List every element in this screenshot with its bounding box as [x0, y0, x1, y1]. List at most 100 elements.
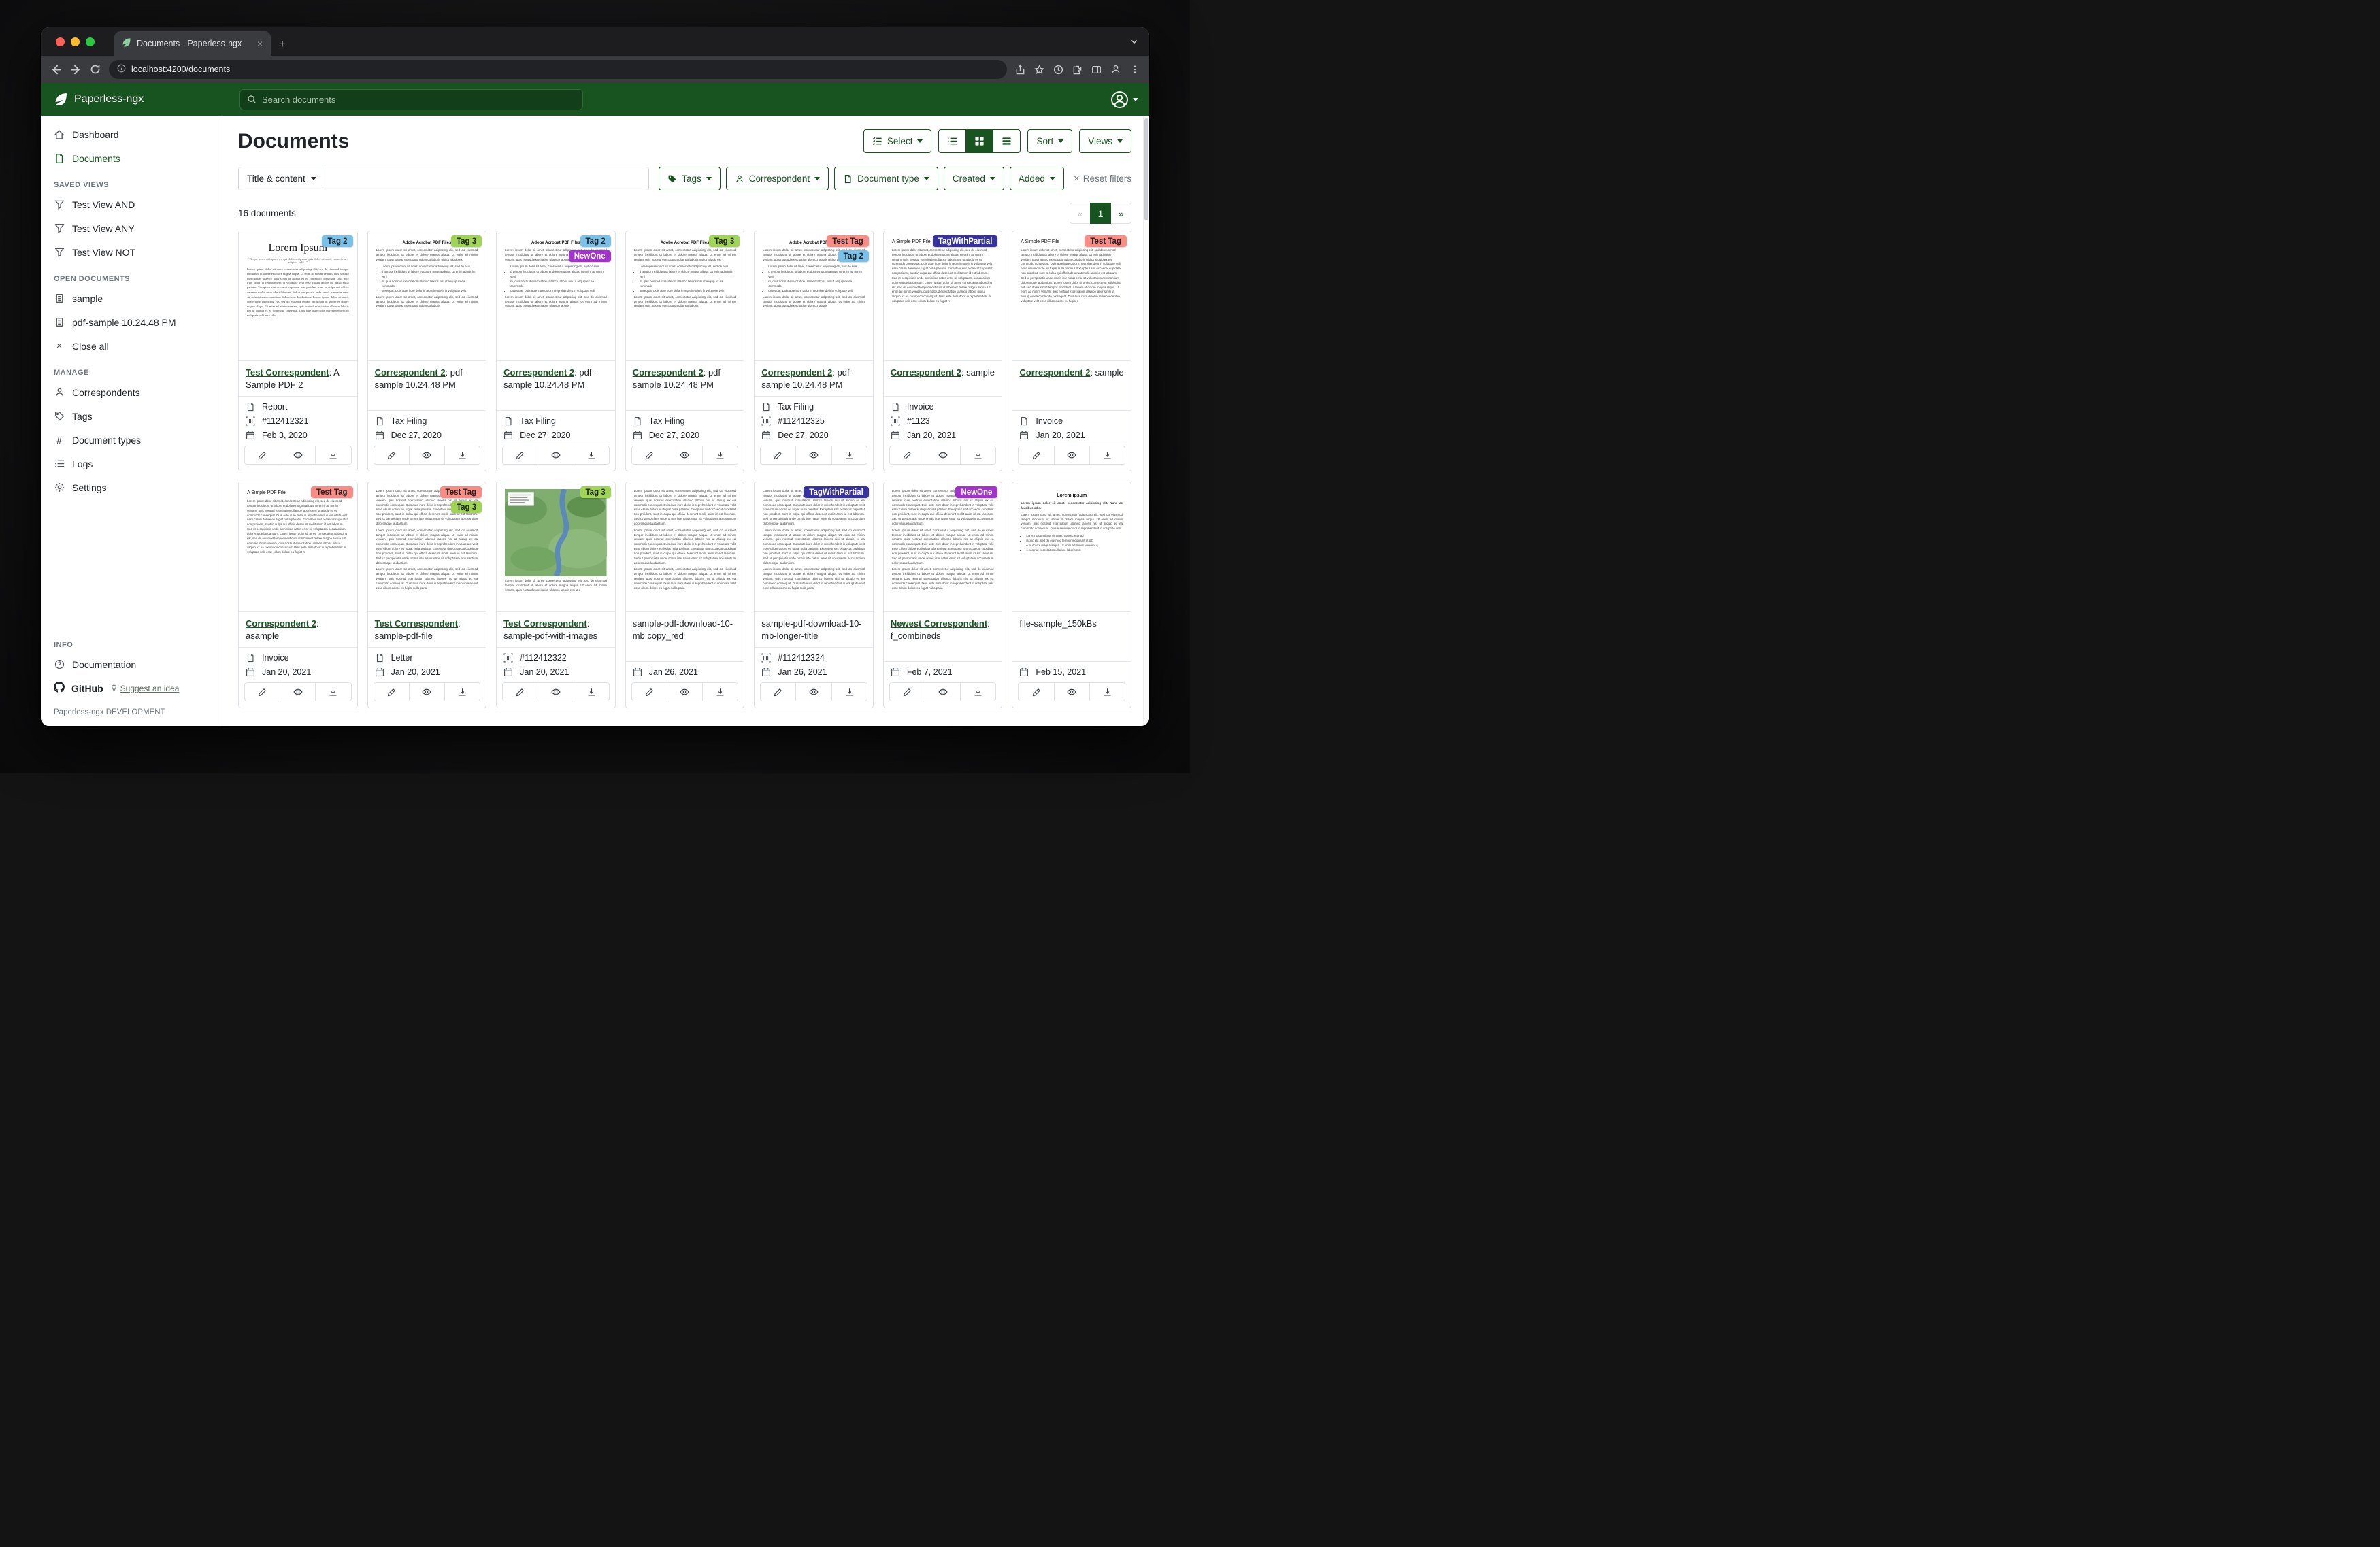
correspondent-link[interactable]: Correspondent 2 — [246, 618, 316, 629]
share-icon[interactable] — [1015, 65, 1025, 75]
tag-badge[interactable]: NewOne — [569, 250, 611, 262]
correspondent-filter-button[interactable]: Correspondent — [726, 167, 829, 190]
tag-badge[interactable]: Test Tag — [1085, 235, 1127, 247]
sidebar-item-documentation[interactable]: Documentation — [41, 652, 220, 676]
document-type-filter-button[interactable]: Document type — [834, 167, 938, 190]
extensions-puzzle-icon[interactable] — [1072, 65, 1082, 75]
document-card[interactable]: Test Tag A Simple PDF File Lorem ipsum d… — [238, 482, 358, 708]
sidebar-item-saved-view-not[interactable]: Test View NOT — [41, 240, 220, 264]
created-filter-button[interactable]: Created — [944, 167, 1004, 190]
sidebar-item-document-types[interactable]: # Document types — [41, 428, 220, 452]
document-thumbnail[interactable]: Test Tag A Simple PDF File Lorem ipsum d… — [1012, 231, 1131, 361]
document-thumbnail[interactable]: Lorem ipsum Lorem ipsum dolor sit amet, … — [1012, 482, 1131, 612]
download-button[interactable] — [702, 446, 738, 465]
view-button[interactable] — [925, 446, 961, 465]
document-card[interactable]: Tag 3 Lorem ipsum dolor sit amet, consec… — [496, 482, 616, 708]
edit-button[interactable] — [631, 682, 667, 701]
tags-filter-button[interactable]: Tags — [659, 167, 721, 190]
document-card[interactable]: Tag 2NewOne Adobe Acrobat PDF Files Lore… — [496, 231, 616, 471]
sidebar-item-github[interactable]: GitHub Suggest an idea — [41, 676, 220, 700]
user-menu[interactable] — [1110, 90, 1138, 109]
download-button[interactable] — [960, 682, 996, 701]
download-button[interactable] — [1089, 682, 1125, 701]
url-bar[interactable]: localhost:4200/documents — [109, 60, 1007, 79]
document-card[interactable]: TagWithPartial Lorem ipsum dolor sit ame… — [754, 482, 874, 708]
view-button[interactable] — [667, 446, 703, 465]
edit-button[interactable] — [374, 446, 410, 465]
view-button[interactable] — [409, 682, 445, 701]
edit-button[interactable] — [889, 682, 925, 701]
edit-button[interactable] — [502, 446, 538, 465]
view-button[interactable] — [280, 682, 316, 701]
correspondent-link[interactable]: Correspondent 2 — [761, 367, 832, 378]
view-button[interactable] — [667, 682, 703, 701]
view-button[interactable] — [409, 446, 445, 465]
edit-button[interactable] — [502, 682, 538, 701]
search-input[interactable] — [262, 95, 576, 105]
status-circle-icon[interactable] — [1053, 65, 1063, 75]
download-button[interactable] — [574, 682, 610, 701]
sidebar-item-logs[interactable]: Logs — [41, 452, 220, 476]
tab-search-chevron-icon[interactable] — [1130, 37, 1138, 49]
suggest-idea-link[interactable]: Suggest an idea — [110, 684, 180, 693]
document-thumbnail[interactable]: Tag 3 Lorem ipsum dolor sit amet, consec… — [497, 482, 615, 612]
split-view-icon[interactable] — [1091, 65, 1102, 75]
correspondent-link[interactable]: Correspondent 2 — [503, 367, 574, 378]
document-thumbnail[interactable]: Tag 3 Adobe Acrobat PDF Files Lorem ipsu… — [368, 231, 486, 361]
correspondent-link[interactable]: Test Correspondent — [375, 618, 459, 629]
forward-button[interactable] — [70, 64, 82, 76]
tag-badge[interactable]: TagWithPartial — [933, 235, 998, 247]
correspondent-link[interactable]: Correspondent 2 — [375, 367, 446, 378]
reset-filters-link[interactable]: × Reset filters — [1074, 173, 1131, 184]
reload-button[interactable] — [90, 64, 101, 75]
close-window-button[interactable] — [56, 37, 65, 46]
document-thumbnail[interactable]: Tag 3 Adobe Acrobat PDF Files Lorem ipsu… — [626, 231, 744, 361]
tag-badge[interactable]: TagWithPartial — [804, 486, 869, 498]
document-card[interactable]: NewOne Lorem ipsum dolor sit amet, conse… — [883, 482, 1003, 708]
tag-badge[interactable]: Test Tag — [827, 235, 869, 247]
tag-badge[interactable]: Tag 3 — [451, 235, 482, 247]
download-button[interactable] — [831, 682, 867, 701]
correspondent-link[interactable]: Newest Correspondent — [891, 618, 987, 629]
tag-badge[interactable]: Tag 3 — [709, 235, 740, 247]
edit-button[interactable] — [889, 446, 925, 465]
back-button[interactable] — [50, 64, 62, 76]
list-view-button[interactable] — [938, 129, 966, 153]
document-card[interactable]: Tag 3 Adobe Acrobat PDF Files Lorem ipsu… — [367, 231, 487, 471]
new-tab-button[interactable]: + — [279, 37, 286, 51]
sidebar-item-tags[interactable]: Tags — [41, 404, 220, 428]
download-button[interactable] — [574, 446, 610, 465]
edit-button[interactable] — [631, 446, 667, 465]
filter-field-button[interactable]: Title & content — [238, 167, 325, 190]
view-button[interactable] — [538, 446, 574, 465]
tab-close-icon[interactable]: × — [256, 38, 264, 49]
browser-profile-icon[interactable] — [1110, 64, 1121, 75]
download-button[interactable] — [444, 446, 480, 465]
document-thumbnail[interactable]: TagWithPartial Lorem ipsum dolor sit ame… — [755, 482, 873, 612]
sidebar-item-open-doc-sample[interactable]: sample — [41, 286, 220, 310]
edit-button[interactable] — [760, 446, 796, 465]
document-thumbnail[interactable]: Test Tag A Simple PDF File Lorem ipsum d… — [239, 482, 357, 612]
correspondent-link[interactable]: Test Correspondent — [503, 618, 587, 629]
sidebar-item-saved-view-any[interactable]: Test View ANY — [41, 216, 220, 240]
download-button[interactable] — [960, 446, 996, 465]
zoom-window-button[interactable] — [86, 37, 95, 46]
correspondent-link[interactable]: Correspondent 2 — [633, 367, 704, 378]
detail-view-button[interactable] — [993, 129, 1021, 153]
tag-badge[interactable]: Test Tag — [311, 486, 353, 498]
edit-button[interactable] — [244, 682, 280, 701]
pagination-prev-button[interactable]: « — [1070, 203, 1091, 224]
download-button[interactable] — [315, 446, 351, 465]
sidebar-item-saved-view-and[interactable]: Test View AND — [41, 193, 220, 216]
document-thumbnail[interactable]: Test TagTag 3 Lorem ipsum dolor sit amet… — [368, 482, 486, 612]
document-card[interactable]: Test TagTag 2 Adobe Acrobat PDF Files Lo… — [754, 231, 874, 471]
edit-button[interactable] — [374, 682, 410, 701]
edit-button[interactable] — [760, 682, 796, 701]
tag-badge[interactable]: Tag 3 — [580, 486, 611, 498]
correspondent-link[interactable]: Test Correspondent — [246, 367, 329, 378]
edit-button[interactable] — [1018, 682, 1054, 701]
view-button[interactable] — [795, 682, 831, 701]
download-button[interactable] — [702, 682, 738, 701]
global-search[interactable] — [239, 89, 583, 110]
correspondent-link[interactable]: Correspondent 2 — [1019, 367, 1090, 378]
